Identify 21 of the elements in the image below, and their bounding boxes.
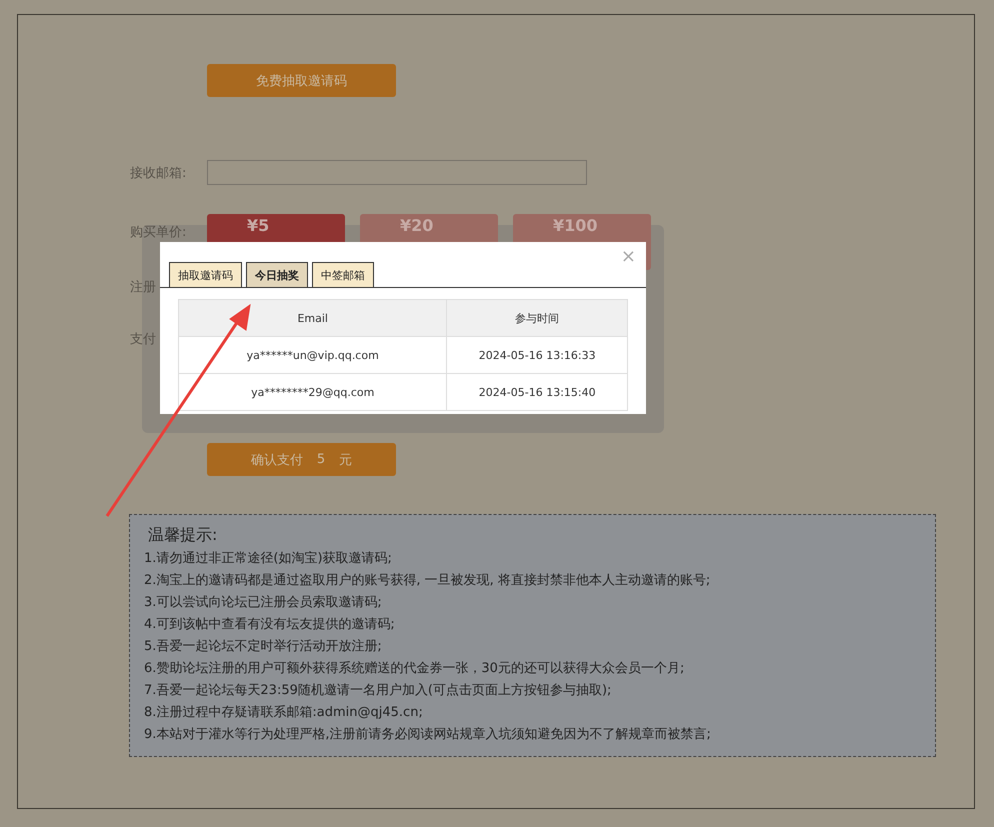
tips-title: 温馨提示:	[147, 525, 218, 546]
tip-text: 5.吾爱一起论坛不定时举行活动开放注册;	[144, 638, 383, 656]
column-header: 参与时间	[446, 300, 628, 336]
tip-text: 7.吾爱一起论坛每天23:59随机邀请一名用户加入(可点击页面上方按钮参与抽取);	[144, 682, 612, 700]
tip-text: 4.可到该帖中查看有没有坛友提供的邀请码;	[144, 616, 396, 634]
tip-text: 1.请勿通过非正常途径(如淘宝)获取邀请码;	[144, 550, 393, 568]
tip-text: 9.本站对于灌水等行为处理严格,注册前请务必阅读网站规章入坑须知避免因为不了解规章而被禁言;	[144, 726, 712, 744]
email-label: 接收邮箱:	[130, 164, 188, 182]
tip-text: 3.可以尝试向论坛已注册会员索取邀请码;	[144, 594, 383, 612]
tip-text: 6.赞助论坛注册的用户可额外获得系统赠送的代金券一张，30元的还可以获得大众会员一个月;	[144, 660, 686, 678]
table-cell: ya******un@vip.qq.com	[178, 336, 447, 374]
table-cell: 2024-05-16 13:16:33	[446, 336, 628, 374]
column-header: Email	[178, 300, 447, 336]
email-input-field[interactable]	[207, 160, 587, 185]
dialog-tab[interactable]: 抽取邀请码	[169, 262, 242, 287]
dialog-tab[interactable]: 今日抽奖	[246, 262, 308, 287]
tip-text: 2.淘宝上的邀请码都是通过盗取用户的账号获得, 一旦被发现, 将直接封禁非他本人主动邀请的账号;	[144, 572, 712, 590]
table-cell: ya********29@qq.com	[178, 374, 447, 410]
dialog-tab[interactable]: 中签邮箱	[312, 262, 374, 287]
tip-text: 8.注册过程中存疑请联系邮箱:admin@qj45.cn;	[144, 704, 424, 722]
table-cell: 2024-05-16 13:15:40	[446, 374, 628, 410]
